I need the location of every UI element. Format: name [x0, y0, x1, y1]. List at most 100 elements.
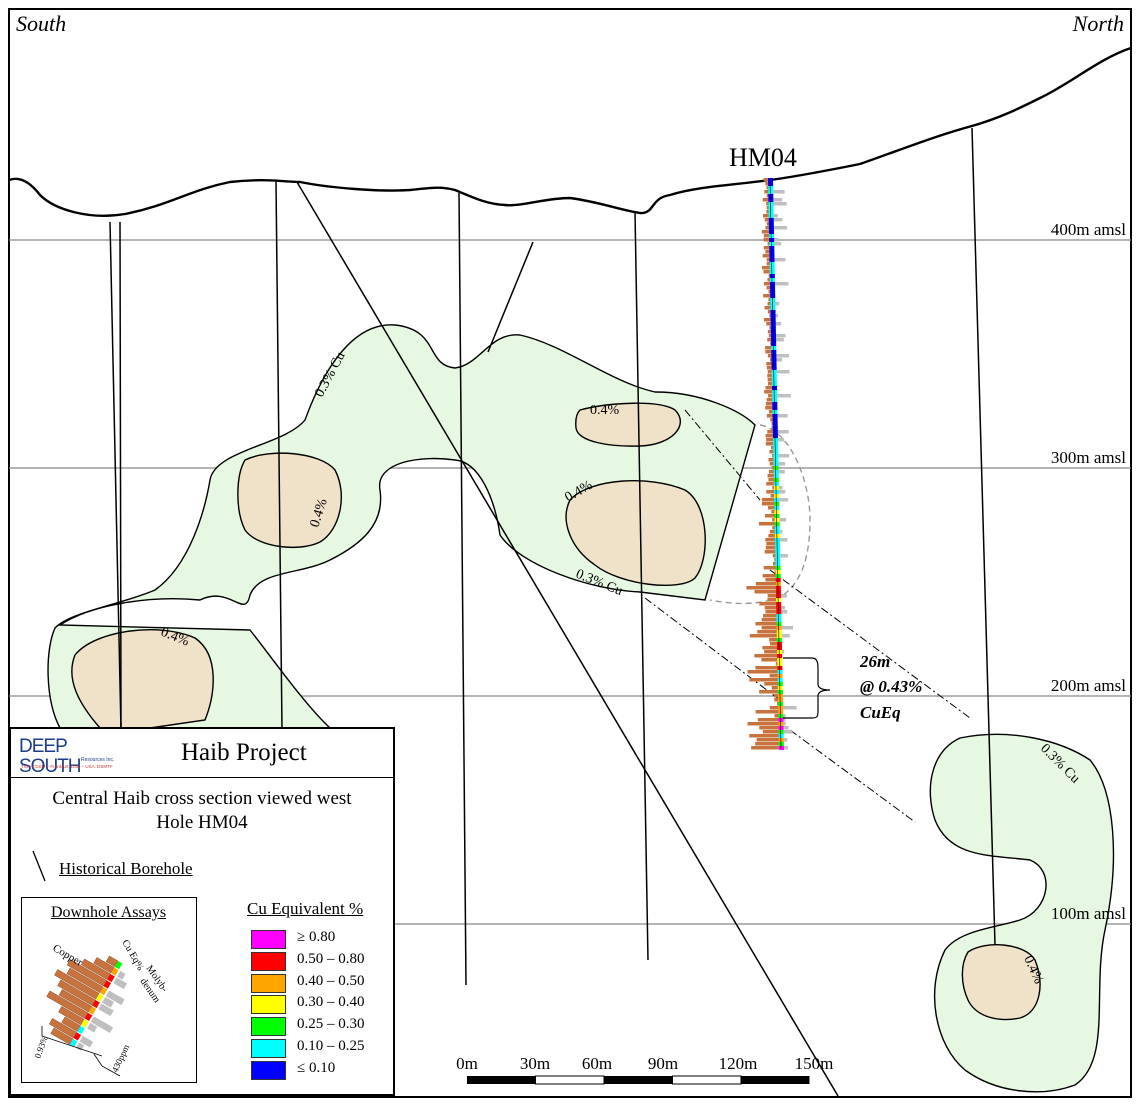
cueq-segment — [769, 266, 775, 270]
cueq-segment — [775, 570, 781, 574]
cueq-segment — [770, 282, 776, 286]
cueq-segment — [778, 734, 784, 738]
cueq-segment — [774, 506, 780, 510]
copper-bar — [763, 614, 778, 618]
cueq-scale-label: 0.40 – 0.50 — [297, 972, 365, 989]
cueq-segment — [768, 222, 774, 226]
cueq-segment — [768, 186, 774, 190]
molybdenum-bar — [776, 358, 783, 362]
copper-bar — [761, 266, 771, 270]
cueq-segment — [776, 614, 782, 618]
cueq-segment — [778, 718, 784, 722]
logo-exchanges: TSX-V:DSM – Frankfurt: DSD – USA: DSMTF — [21, 764, 113, 769]
cueq-segment — [777, 650, 783, 654]
copper-bar — [767, 474, 775, 478]
copper-bar — [764, 682, 779, 686]
company-logo: DEEP SOUTH Resources Inc. TSX-V:DSM – Fr… — [19, 737, 119, 777]
cueq-segment — [768, 182, 774, 186]
copper-bar — [747, 670, 779, 674]
copper-bar — [765, 578, 777, 582]
intercept-line3: CuEq — [860, 703, 901, 722]
cueq-segment — [776, 598, 782, 602]
molybdenum-bar — [773, 218, 783, 222]
cueq-segment — [772, 434, 778, 438]
copper-bar — [755, 582, 777, 586]
copper-bar — [763, 282, 772, 286]
cueq-segment — [777, 686, 783, 690]
copper-bar — [764, 550, 777, 554]
description-line1: Central Haib cross section viewed west — [52, 788, 352, 809]
cueq-segment — [769, 238, 775, 242]
cueq-segment — [775, 542, 781, 546]
molybdenum-bar — [774, 242, 782, 246]
copper-bar — [765, 386, 774, 390]
cueq-segment — [773, 450, 779, 454]
cueq-segment — [772, 414, 778, 418]
cueq-scale-label: ≤ 0.10 — [297, 1059, 336, 1076]
cueq-segment — [771, 358, 777, 362]
cueq-segment — [769, 270, 775, 274]
molybdenum-bar — [777, 394, 791, 398]
cueq-segment — [778, 702, 784, 706]
assay-moly-bar — [117, 970, 126, 980]
cueq-segment — [773, 454, 779, 458]
cueq-segment — [772, 394, 778, 398]
molybdenum-bar — [778, 454, 790, 458]
copper-bar — [761, 498, 776, 502]
copper-bar — [762, 214, 770, 218]
copper-bar — [755, 622, 778, 626]
copper-bar — [768, 534, 776, 538]
cueq-segment — [770, 306, 776, 310]
cueq-segment — [768, 214, 774, 218]
cueq-segment — [778, 746, 784, 750]
cueq-segment — [778, 710, 784, 714]
copper-bar — [766, 490, 776, 494]
copper-bar — [765, 434, 774, 438]
cu-04-zone-d — [71, 629, 214, 729]
downhole-assays-key: Downhole Assays Copper Cu Eq% Molyb- den… — [21, 897, 197, 1083]
intercept-line1: 26m — [859, 652, 890, 671]
description-line2: Hole HM04 — [156, 812, 248, 833]
cueq-segment — [776, 610, 782, 614]
cueq-segment — [774, 518, 780, 522]
molybdenum-bar — [779, 538, 788, 542]
molybdenum-bar — [776, 370, 790, 374]
cueq-swatch — [251, 995, 286, 1015]
copper-bar — [765, 406, 774, 410]
cueq-segment — [776, 630, 782, 634]
cueq-segment — [768, 190, 774, 194]
cueq-segment — [772, 402, 778, 406]
cueq-segment — [772, 418, 778, 422]
cueq-segment — [771, 378, 777, 382]
cueq-segment — [768, 194, 774, 198]
cueq-segment — [775, 590, 781, 594]
cueq-segment — [769, 246, 775, 250]
cueq-segment — [776, 642, 782, 646]
copper-bar — [746, 586, 777, 590]
cueq-segment — [772, 430, 778, 434]
molybdenum-bar — [773, 214, 778, 218]
cueq-segment — [775, 558, 781, 562]
cueq-segment — [770, 302, 776, 306]
cueq-segment — [770, 298, 776, 302]
cueq-segment — [778, 742, 784, 746]
assay-moly-bar — [113, 977, 127, 990]
cueq-swatch — [251, 951, 286, 971]
copper-bar — [755, 666, 779, 670]
cueq-scale-label: 0.30 – 0.40 — [297, 994, 365, 1011]
cueq-segment — [772, 386, 778, 390]
molybdenum-bar — [778, 470, 785, 474]
scale-label-150: 150m — [795, 1054, 834, 1073]
molybdenum-bar — [777, 430, 789, 434]
copper-bar — [764, 606, 778, 610]
hole-label: HM04 — [729, 143, 797, 172]
copper-bar — [762, 254, 771, 258]
copper-bar — [761, 230, 771, 234]
cueq-segment — [772, 390, 778, 394]
cueq-segment — [774, 538, 780, 542]
molybdenum-bar — [773, 198, 783, 202]
copper-bar — [765, 402, 774, 406]
cueq-segment — [778, 730, 784, 734]
cueq-segment — [774, 498, 780, 502]
cueq-segment — [775, 566, 781, 570]
